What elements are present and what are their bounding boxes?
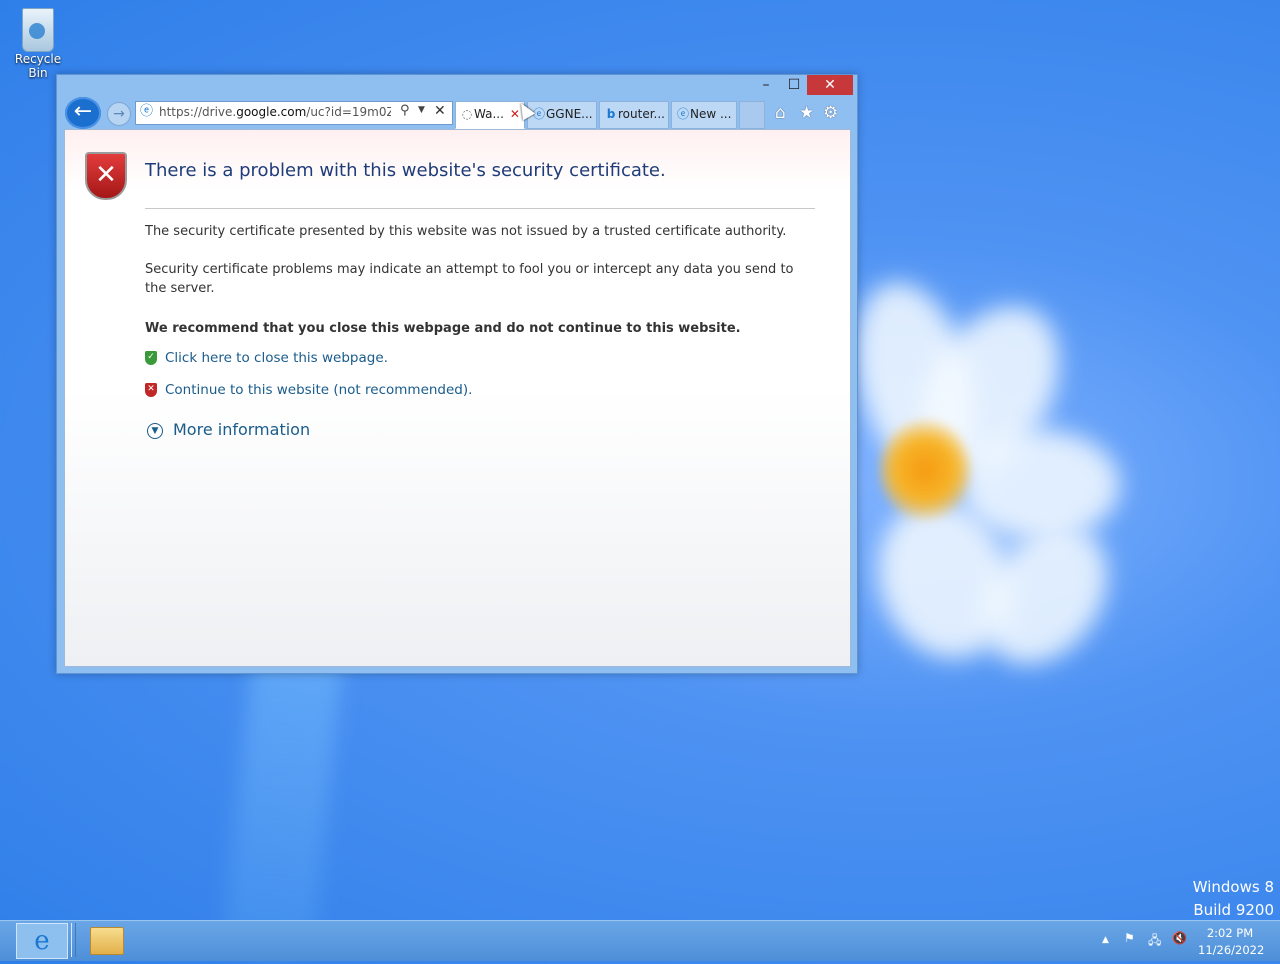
system-clock[interactable]: 2:02 PM 11/26/2022 xyxy=(1198,925,1265,959)
tab-4[interactable]: ⓔNew ... xyxy=(671,101,737,129)
continue-website-link[interactable]: ✕ Continue to this website (not recommend… xyxy=(145,382,472,398)
more-information-toggle[interactable]: ▼ More information xyxy=(147,420,310,439)
tab-label: Wa... xyxy=(474,107,504,121)
taskbar-separator xyxy=(71,923,76,957)
more-information-label[interactable]: More information xyxy=(173,420,310,439)
watermark-line-2: Build 9200 xyxy=(1193,901,1274,919)
bing-icon: b xyxy=(606,107,616,121)
tab-label: GGNE... xyxy=(546,107,593,121)
recommendation-text: We recommend that you close this webpage… xyxy=(145,321,741,336)
tab-3[interactable]: b router... xyxy=(599,101,669,129)
internet-explorer-taskbar-button[interactable]: e xyxy=(16,923,68,959)
search-icon[interactable]: ⚲ xyxy=(400,103,410,118)
back-button[interactable]: ← xyxy=(65,97,101,129)
error-shield-icon: ✕ xyxy=(85,152,127,200)
gear-icon[interactable]: ⚙ xyxy=(823,103,838,123)
chevron-down-icon[interactable]: ▼ xyxy=(418,105,425,115)
tab-1[interactable]: ◌ Wa... ✕ xyxy=(455,101,525,129)
favorites-icon[interactable]: ★ xyxy=(799,103,814,123)
tray-overflow-arrow-icon[interactable]: ▲ xyxy=(1102,935,1109,945)
watermark-line-1: Windows 8 xyxy=(1192,878,1274,896)
file-explorer-taskbar-button[interactable] xyxy=(90,927,124,955)
clock-date: 11/26/2022 xyxy=(1198,943,1265,957)
stop-button[interactable]: ✕ xyxy=(434,103,446,119)
forward-button[interactable]: → xyxy=(107,102,131,126)
page-title: There is a problem with this website's s… xyxy=(145,160,666,181)
close-button[interactable]: ✕ xyxy=(807,75,853,95)
chevron-down-icon[interactable]: ▼ xyxy=(147,422,163,439)
close-webpage-link[interactable]: ✓ Click here to close this webpage. xyxy=(145,350,388,366)
minimize-button[interactable]: – xyxy=(751,75,781,95)
tab-label: router... xyxy=(618,107,665,121)
title-bar[interactable]: – ☐ ✕ xyxy=(57,75,857,97)
ie-icon: ⓔ xyxy=(676,107,689,121)
maximize-button[interactable]: ☐ xyxy=(779,75,809,95)
taskbar: e ▲ ⚑ 🖧 🔇 2:02 PM 11/26/2022 xyxy=(0,920,1280,961)
paragraph-untrusted: The security certificate presented by th… xyxy=(145,224,787,239)
navigation-bar: ← → ⓔ https://drive.google.com/uc?id=19m… xyxy=(57,97,857,129)
wallpaper-flower-center xyxy=(880,420,970,520)
tab-2[interactable]: ⓔGGNE... xyxy=(527,101,597,129)
ie-page-icon: ⓔ xyxy=(140,104,154,119)
home-icon[interactable]: ⌂ xyxy=(775,103,786,123)
page-content: ✕ There is a problem with this website's… xyxy=(64,129,851,667)
recycle-bin-icon xyxy=(22,8,54,52)
paragraph-warning: Security certificate problems may indica… xyxy=(145,262,794,296)
continue-link-text[interactable]: Continue to this website (not recommende… xyxy=(165,382,472,398)
action-center-flag-icon[interactable]: ⚑ xyxy=(1124,931,1135,945)
windows-build-watermark: Windows 8 Build 9200 xyxy=(1193,876,1274,922)
network-icon[interactable]: 🖧 xyxy=(1148,931,1161,952)
ie-icon: ⓔ xyxy=(532,107,545,121)
new-tab-button[interactable] xyxy=(739,101,765,129)
volume-muted-icon[interactable]: 🔇 xyxy=(1172,931,1187,945)
url-text[interactable]: https://drive.google.com/uc?id=19m0Z2dQ( xyxy=(159,105,391,119)
address-bar[interactable]: ⓔ https://drive.google.com/uc?id=19m0Z2d… xyxy=(135,101,453,125)
browser-window: – ☐ ✕ ← → ⓔ https://drive.google.com/uc?… xyxy=(56,74,858,674)
close-link-text[interactable]: Click here to close this webpage. xyxy=(165,350,388,366)
tab-label: New ... xyxy=(690,107,732,121)
recycle-bin[interactable]: Recycle Bin xyxy=(6,6,70,80)
error-shield-small-icon: ✕ xyxy=(145,383,157,397)
loading-icon: ◌ xyxy=(461,107,473,121)
divider xyxy=(145,208,815,209)
clock-time: 2:02 PM xyxy=(1206,926,1254,940)
check-shield-icon: ✓ xyxy=(145,351,157,365)
